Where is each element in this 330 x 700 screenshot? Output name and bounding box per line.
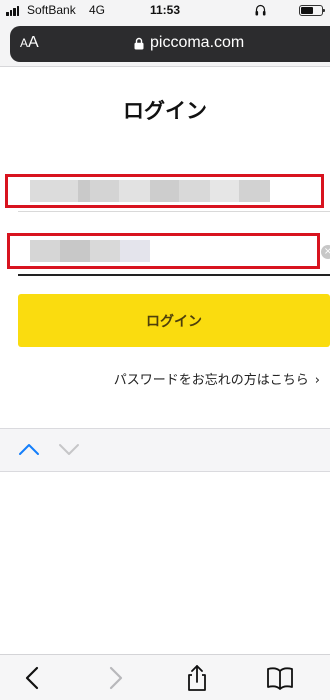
headphones-icon [255, 4, 266, 16]
chevron-up-icon[interactable] [18, 441, 40, 457]
login-button[interactable]: ログイン [18, 294, 330, 347]
lock-icon [134, 37, 144, 50]
clear-input-icon[interactable]: × [321, 245, 330, 259]
redacted-email [30, 180, 270, 202]
browser-toolbar [0, 654, 330, 700]
text-size-small-label: A [20, 36, 29, 50]
chevron-down-icon[interactable] [58, 441, 80, 457]
url-text: piccoma.com [150, 34, 245, 51]
forgot-password-label: パスワードをお忘れの方はこちら [113, 373, 309, 388]
forgot-password-link[interactable]: パスワードをお忘れの方はこちら › [114, 369, 320, 388]
back-icon[interactable] [20, 665, 46, 691]
text-size-button[interactable]: AA [20, 34, 39, 52]
share-icon[interactable] [184, 665, 210, 691]
page-title: ログイン [123, 99, 207, 123]
redacted-password [30, 240, 150, 262]
chevron-right-icon: › [314, 373, 320, 388]
battery-icon [299, 5, 325, 16]
text-size-big-label: A [28, 34, 39, 51]
form-assistant-bar [0, 428, 330, 472]
status-bar: SoftBank 4G 11:53 [0, 0, 330, 22]
browser-address-bar: AA piccoma.com [0, 22, 330, 67]
bookmarks-icon[interactable] [267, 665, 293, 691]
forward-icon[interactable] [102, 665, 128, 691]
url-field[interactable]: AA piccoma.com [10, 26, 330, 62]
status-time: 11:53 [149, 3, 181, 17]
